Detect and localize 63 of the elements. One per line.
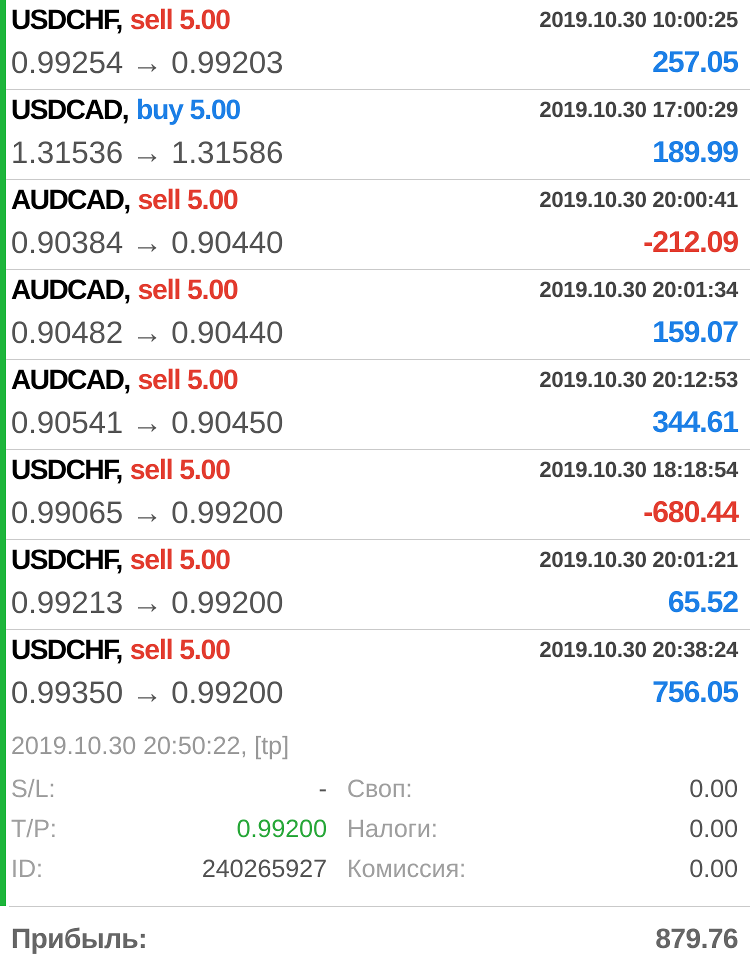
profit-value: 756.05 (652, 676, 738, 710)
symbol-label: AUDCAD, (11, 364, 130, 396)
symbol-label: USDCHF, (11, 4, 122, 36)
deal-list-item[interactable]: USDCHF, sell 5.00 2019.10.30 20:01:21 0.99213 → 0.99200 65.52 (6, 540, 750, 630)
field-value: 0.00 (689, 814, 738, 844)
profit-value: 65.52 (668, 586, 738, 620)
field-value: 240265927 (202, 854, 327, 884)
symbol-label: AUDCAD, (11, 274, 130, 306)
field-label: T/P: (11, 814, 57, 844)
field-label: Своп: (347, 774, 412, 804)
profit-value: 257.05 (652, 46, 738, 80)
order-type-label: buy 5.00 (136, 94, 240, 126)
deal-time-label: 2019.10.30 20:01:21 (539, 547, 738, 573)
field-label: ID: (11, 854, 43, 884)
symbol-label: USDCHF, (11, 634, 122, 666)
deal-time-label: 2019.10.30 18:18:54 (539, 457, 738, 483)
order-type-label: sell 5.00 (138, 184, 238, 216)
price-range-label: 0.99350 → 0.99200 (11, 675, 284, 711)
order-type-label: sell 5.00 (138, 274, 238, 306)
symbol-label: USDCHF, (11, 454, 122, 486)
deal-time-label: 2019.10.30 20:01:34 (539, 277, 738, 303)
profit-value: 189.99 (652, 136, 738, 170)
price-range-label: 0.99065 → 0.99200 (11, 495, 284, 531)
price-range-label: 1.31536 → 1.31586 (11, 135, 284, 171)
deal-time-label: 2019.10.30 20:00:41 (539, 187, 738, 213)
price-range-label: 0.99213 → 0.99200 (11, 585, 284, 621)
field-value: - (318, 774, 327, 804)
close-time-label: 2019.10.30 20:50:22, [tp] (11, 731, 290, 761)
deal-list-item[interactable]: AUDCAD, sell 5.00 2019.10.30 20:00:41 0.90384 → 0.90440 -212.09 (6, 180, 750, 270)
deal-list-item[interactable]: USDCAD, buy 5.00 2019.10.30 17:00:29 1.31536 → 1.31586 189.99 (6, 90, 750, 180)
order-type-label: sell 5.00 (130, 634, 230, 666)
symbol-label: USDCAD, (11, 94, 128, 126)
deal-list-item[interactable]: USDCHF, sell 5.00 2019.10.30 18:18:54 0.99065 → 0.99200 -680.44 (6, 450, 750, 540)
profit-value: 159.07 (652, 316, 738, 350)
deal-list-item[interactable]: USDCHF, sell 5.00 2019.10.30 10:00:25 0.99254 → 0.99203 257.05 (6, 0, 750, 90)
profit-value: 344.61 (652, 406, 738, 440)
field-label: Комиссия: (347, 854, 466, 884)
total-profit-label: Прибыль: (11, 923, 147, 955)
deal-time-label: 2019.10.30 20:38:24 (539, 637, 738, 663)
deal-time-label: 2019.10.30 17:00:29 (539, 97, 738, 123)
order-type-label: sell 5.00 (138, 364, 238, 396)
field-label: S/L: (11, 774, 56, 804)
price-range-label: 0.90482 → 0.90440 (11, 315, 284, 351)
deal-list-item[interactable]: AUDCAD, sell 5.00 2019.10.30 20:01:34 0.90482 → 0.90440 159.07 (6, 270, 750, 360)
symbol-label: USDCHF, (11, 544, 122, 576)
order-type-label: sell 5.00 (130, 4, 230, 36)
deal-list-item[interactable]: AUDCAD, sell 5.00 2019.10.30 20:12:53 0.90541 → 0.90450 344.61 (6, 360, 750, 450)
price-range-label: 0.90541 → 0.90450 (11, 405, 284, 441)
order-type-label: sell 5.00 (130, 454, 230, 486)
field-value: 0.00 (689, 774, 738, 804)
price-range-label: 0.90384 → 0.90440 (11, 225, 284, 261)
field-label: Налоги: (347, 814, 438, 844)
deal-time-label: 2019.10.30 10:00:25 (539, 7, 738, 33)
deal-time-label: 2019.10.30 20:12:53 (539, 367, 738, 393)
profit-value: -212.09 (643, 226, 738, 260)
field-value: 0.00 (689, 854, 738, 884)
total-profit-value: 879.76 (655, 923, 738, 955)
field-value: 0.99200 (236, 814, 327, 844)
symbol-label: AUDCAD, (11, 184, 130, 216)
order-type-label: sell 5.00 (130, 544, 230, 576)
profit-value: -680.44 (643, 496, 738, 530)
price-range-label: 0.99254 → 0.99203 (11, 45, 284, 81)
deal-list-item[interactable]: USDCHF, sell 5.00 2019.10.30 20:38:24 0.99350 → 0.99200 756.05 2019.10.30 20:50:22, [tp] S/L: - Своп: 0.00 T/P: 0.99200 Налоги: 0.00 ID: 240265927 Комиссия: 0.00 (6, 630, 750, 906)
